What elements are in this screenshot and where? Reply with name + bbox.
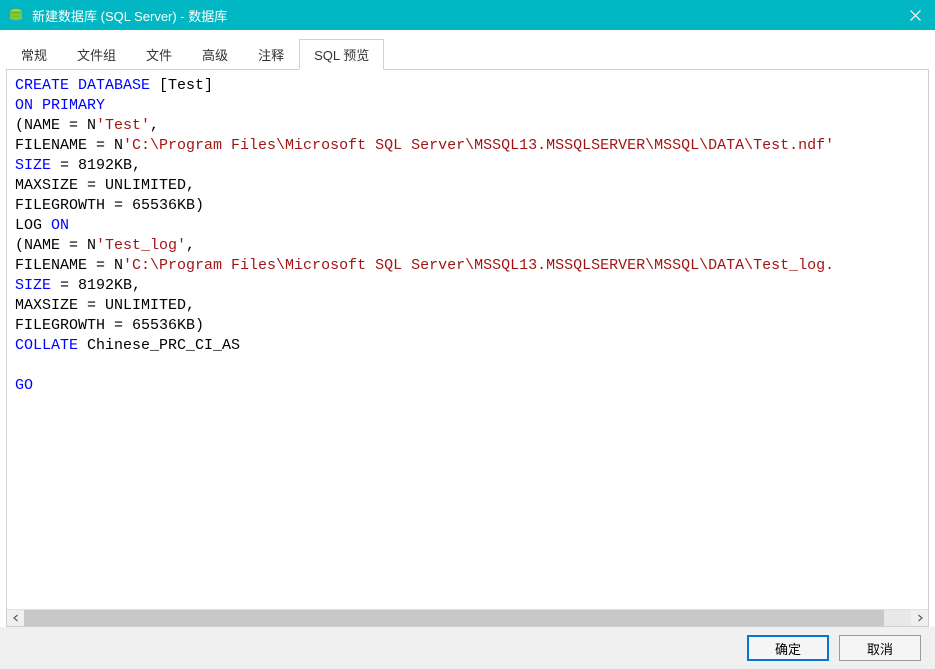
close-icon	[910, 10, 921, 21]
tab-2[interactable]: 文件	[131, 39, 187, 70]
sql-token: DATABASE	[78, 77, 150, 94]
titlebar: 新建数据库 (SQL Server) - 数据库	[0, 0, 935, 30]
sql-text-area[interactable]: CREATE DATABASE [Test] ON PRIMARY (NAME …	[7, 70, 928, 609]
sql-token: 'C:\Program Files\Microsoft SQL Server\M…	[123, 257, 834, 274]
scroll-track[interactable]	[24, 610, 911, 626]
tab-1[interactable]: 文件组	[62, 39, 131, 70]
sql-token: SIZE	[15, 157, 51, 174]
sql-preview-panel: CREATE DATABASE [Test] ON PRIMARY (NAME …	[6, 70, 929, 627]
sql-token: ON	[15, 97, 33, 114]
tab-5[interactable]: SQL 预览	[299, 39, 384, 70]
sql-token: ON	[51, 217, 69, 234]
sql-token: 'C:\Program Files\Microsoft SQL Server\M…	[123, 137, 834, 154]
sql-token: PRIMARY	[42, 97, 105, 114]
sql-token: COLLATE	[15, 337, 78, 354]
ok-button[interactable]: 确定	[747, 635, 829, 661]
tab-0[interactable]: 常规	[6, 39, 62, 70]
cancel-button[interactable]: 取消	[839, 635, 921, 661]
scroll-left-arrow-icon[interactable]	[7, 610, 24, 626]
tab-bar: 常规文件组文件高级注释SQL 预览	[6, 38, 929, 70]
tab-3[interactable]: 高级	[187, 39, 243, 70]
app-icon	[8, 7, 24, 23]
sql-token: SIZE	[15, 277, 51, 294]
sql-token: CREATE	[15, 77, 69, 94]
sql-token: 'Test_log'	[96, 237, 186, 254]
button-bar: 确定 取消	[0, 627, 935, 669]
scroll-right-arrow-icon[interactable]	[911, 610, 928, 626]
tab-4[interactable]: 注释	[243, 39, 299, 70]
content-area: 常规文件组文件高级注释SQL 预览 CREATE DATABASE [Test]…	[0, 30, 935, 627]
window-title: 新建数据库 (SQL Server) - 数据库	[32, 6, 895, 25]
scroll-thumb[interactable]	[24, 610, 884, 626]
horizontal-scrollbar[interactable]	[7, 609, 928, 626]
close-button[interactable]	[895, 0, 935, 30]
sql-token: 'Test'	[96, 117, 150, 134]
sql-token: GO	[15, 377, 33, 394]
